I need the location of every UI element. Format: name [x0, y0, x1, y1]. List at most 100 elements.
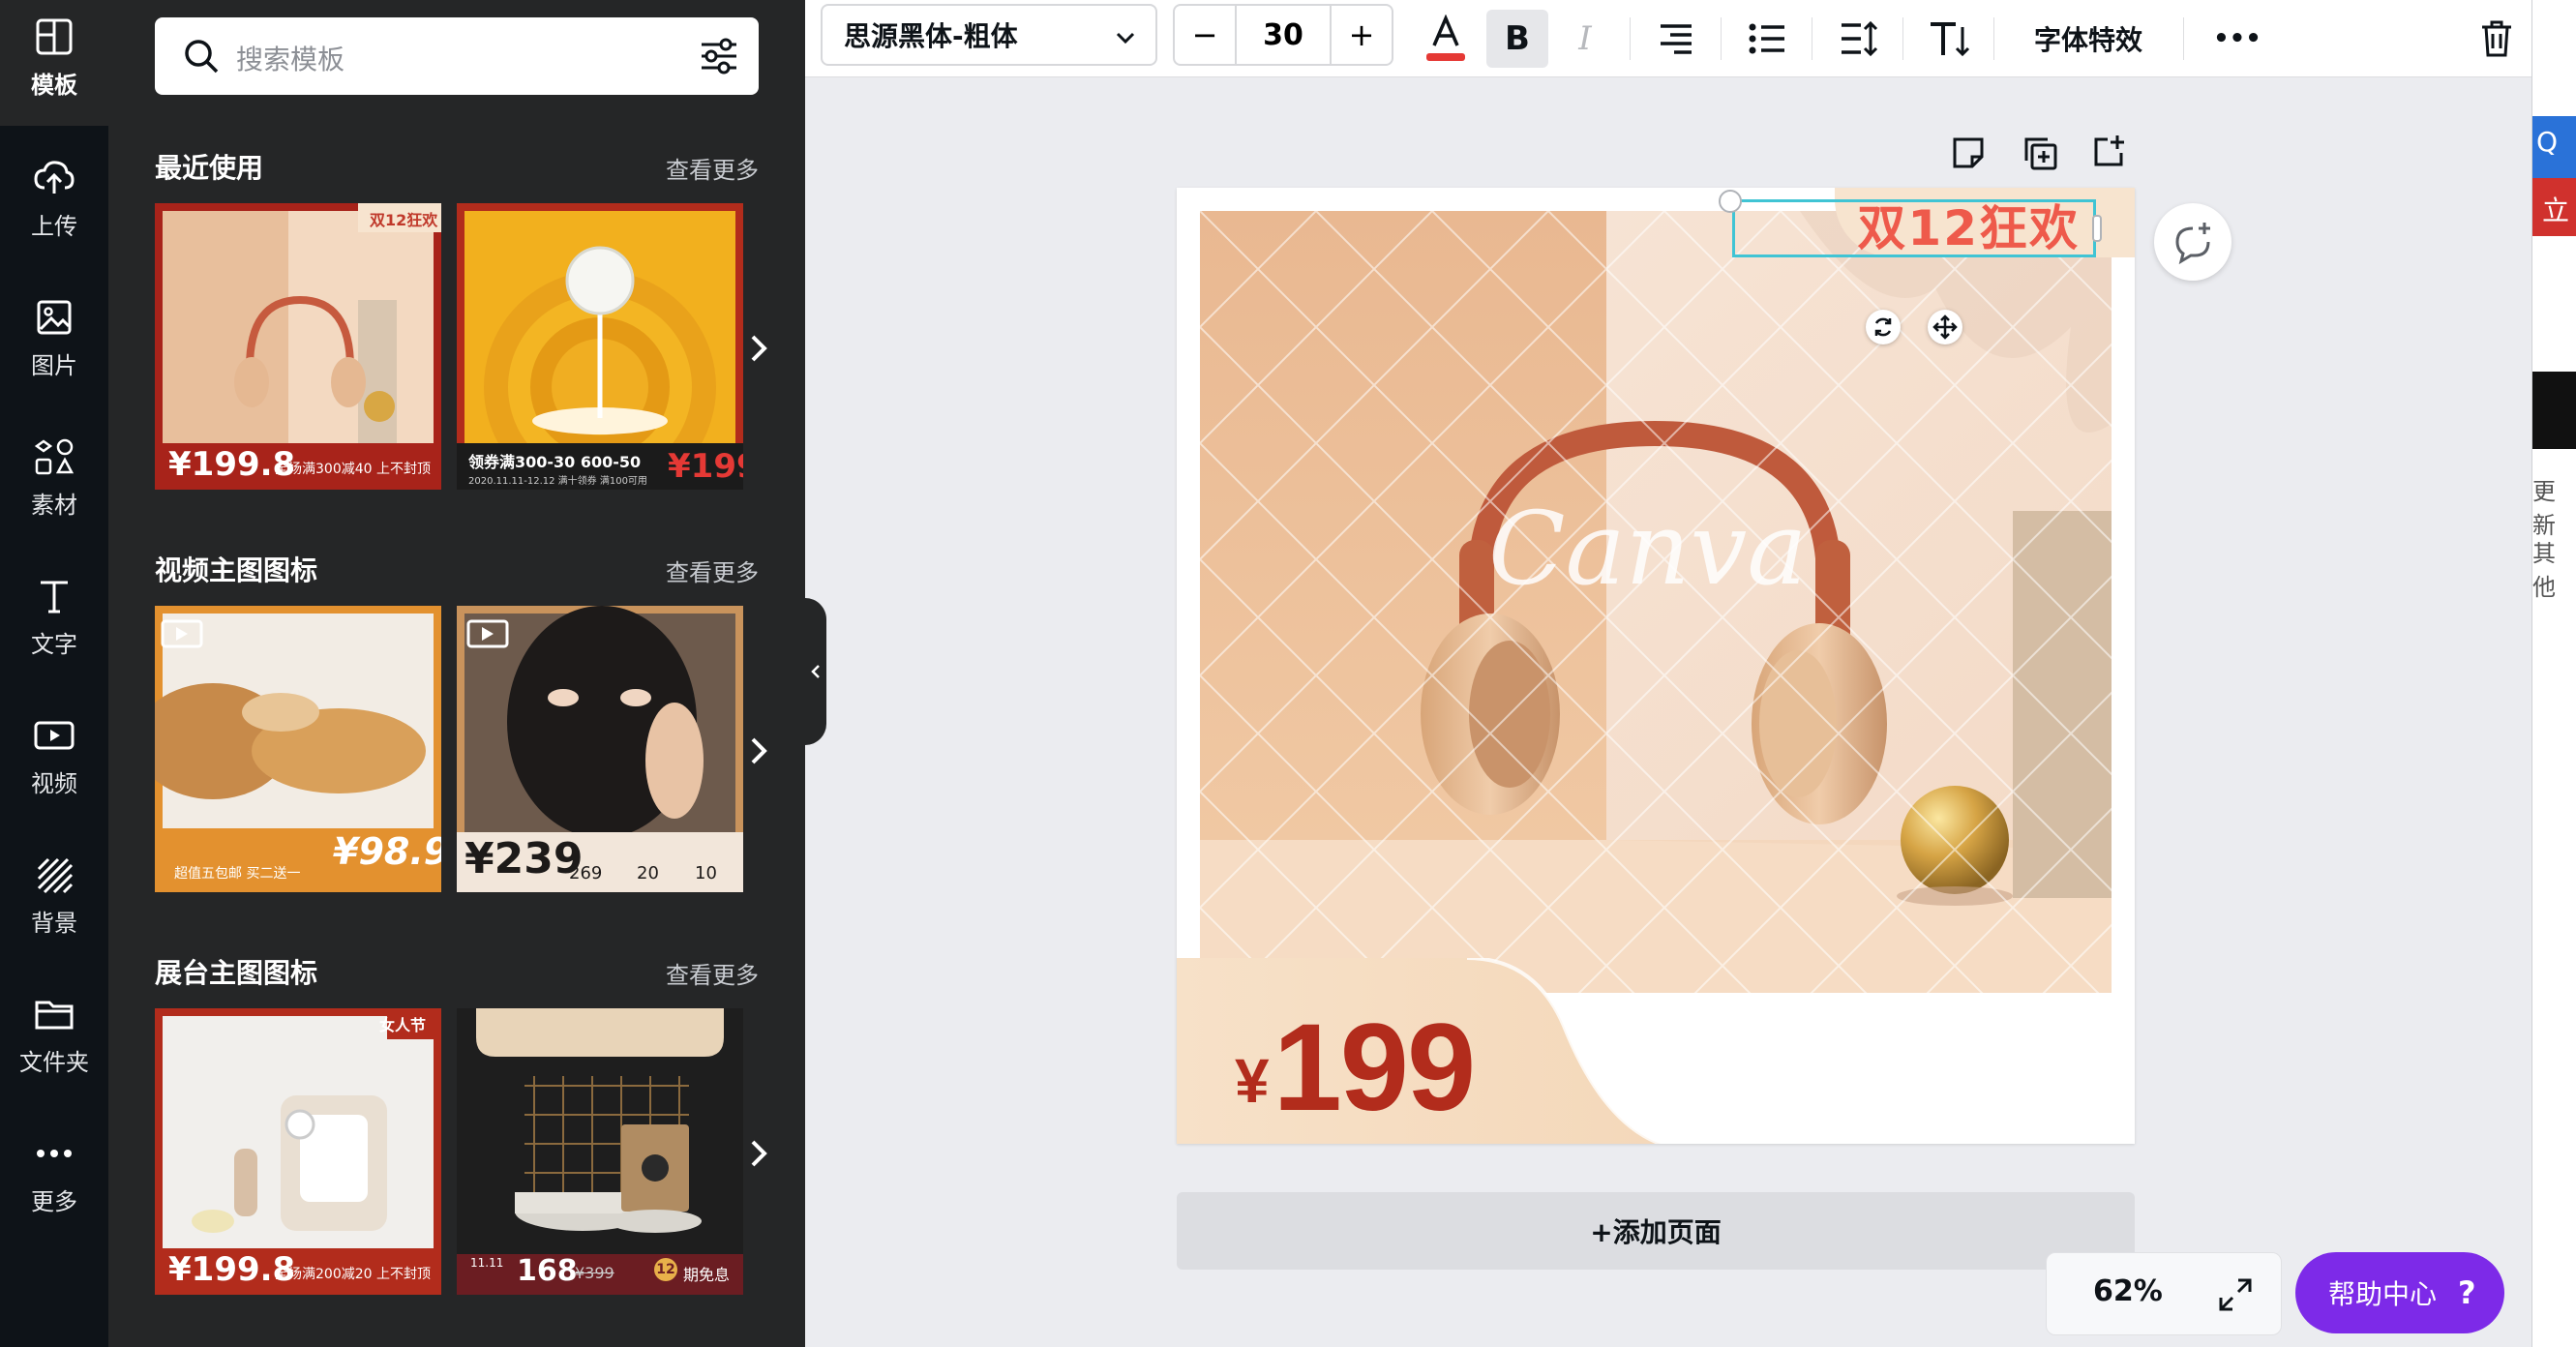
more-icon: [37, 1150, 72, 1157]
search-box[interactable]: 搜索模板: [155, 17, 759, 95]
zoom-control[interactable]: 62%: [2046, 1252, 2282, 1335]
thumb-caption: 领券满300-30 600-50: [468, 453, 642, 471]
duplicate-page-button[interactable]: [2021, 134, 2059, 172]
scroll-right-arrow[interactable]: [739, 722, 778, 780]
template-thumb-appliance[interactable]: 女人节 ¥199.8 全场满200减20 上不封顶: [155, 1008, 441, 1295]
background-icon: [37, 857, 74, 894]
rotate-handle[interactable]: [1866, 310, 1901, 344]
help-center-label: 帮助中心: [2328, 1278, 2438, 1310]
rotate-icon: [1874, 317, 1892, 337]
see-more-display[interactable]: 查看更多: [666, 956, 759, 990]
thumb-caption: 超值五包邮 买二送一: [174, 866, 301, 882]
font-family-value: 思源黑体-粗体: [844, 20, 1018, 52]
align-right-icon: [1661, 24, 1692, 54]
toolbar-divider: [1721, 17, 1722, 60]
collapse-panel-button[interactable]: [805, 598, 826, 745]
thumb-caption: 全场满300减40 上不封顶: [275, 462, 431, 477]
text-color-button[interactable]: [1417, 0, 1475, 77]
add-page-icon-button[interactable]: [2090, 132, 2129, 170]
price-text[interactable]: ¥199: [1235, 997, 1476, 1139]
banner-text-selected[interactable]: 双12狂欢: [1732, 199, 2096, 257]
rail-item-label: 文件夹: [19, 1049, 89, 1076]
template-thumb-bread[interactable]: ¥98.9 超值五包邮 买二送一: [155, 606, 441, 892]
see-more-video[interactable]: 查看更多: [666, 554, 759, 587]
filter-icon[interactable]: [699, 37, 739, 75]
decrease-font-size-button[interactable]: −: [1175, 6, 1237, 64]
add-page-button[interactable]: +添加页面: [1177, 1192, 2135, 1270]
elements-icon: [34, 438, 75, 475]
line-spacing-button[interactable]: [1827, 0, 1889, 77]
text-effects-button[interactable]: 字体特效: [2009, 0, 2168, 77]
font-size-stepper: − 30 +: [1173, 4, 1393, 66]
product-photo[interactable]: Canva: [1200, 211, 2112, 993]
search-input[interactable]: 搜索模板: [236, 39, 344, 77]
font-family-select[interactable]: 思源黑体-粗体: [821, 4, 1157, 66]
help-center-button[interactable]: 帮助中心 ?: [2295, 1252, 2504, 1333]
rail-item-folder[interactable]: 文件夹: [0, 977, 108, 1103]
rail-item-elements[interactable]: 素材: [0, 420, 108, 546]
toolbar-divider: [2183, 17, 2184, 60]
scroll-right-arrow[interactable]: [739, 1124, 778, 1182]
rail-item-label: 文字: [31, 631, 77, 658]
move-handle[interactable]: [1928, 310, 1962, 344]
thumb-caption: 全场满200减20 上不封顶: [275, 1267, 431, 1282]
font-size-input[interactable]: 30: [1237, 6, 1330, 64]
bold-button[interactable]: B: [1486, 10, 1548, 68]
rail-item-images[interactable]: 图片: [0, 281, 108, 406]
rail-item-video[interactable]: 视频: [0, 699, 108, 824]
template-thumb-speaker[interactable]: 11.11 168 ¥399 12 期免息: [457, 1008, 743, 1295]
toolbar-divider: [1902, 17, 1903, 60]
rail-item-label: 背景: [31, 910, 77, 937]
scroll-right-arrow[interactable]: [739, 319, 778, 377]
thumb-image: [457, 1008, 743, 1295]
thumb-subcaption: 2020.11.11-12.12 满十领券 满100可用: [468, 476, 647, 487]
video-icon: [34, 721, 75, 750]
fullscreen-icon[interactable]: [2217, 1276, 2254, 1313]
adjacent-text: Q: [2536, 126, 2559, 158]
list-button[interactable]: [1736, 0, 1798, 77]
rail-item-upload[interactable]: 上传: [0, 141, 108, 267]
see-more-recent[interactable]: 查看更多: [666, 151, 759, 185]
text-size-tool-button[interactable]: [1918, 0, 1980, 77]
selection-handle-right[interactable]: [2092, 215, 2102, 242]
thumb-stat: 20: [637, 863, 659, 883]
rail-item-text[interactable]: 文字: [0, 559, 108, 685]
adjacent-text: 立: [2542, 195, 2570, 226]
template-thumb-face-mask[interactable]: ¥239 269 20 10: [457, 606, 743, 892]
toolbar-divider: [1993, 17, 1994, 60]
text-color-icon: [1426, 15, 1465, 61]
add-page-icon: [2094, 135, 2124, 166]
comment-add-icon: [2175, 223, 2210, 265]
rail-item-more[interactable]: 更多: [0, 1117, 108, 1242]
image-icon: [37, 300, 72, 335]
search-icon: [185, 40, 219, 74]
increase-font-size-button[interactable]: +: [1330, 6, 1392, 64]
rail-item-label: 素材: [31, 492, 77, 519]
rail-item-background[interactable]: 背景: [0, 838, 108, 964]
adjacent-text: 更新: [2532, 478, 2556, 539]
section-title-recent: 最近使用: [155, 152, 264, 184]
delete-button[interactable]: [2466, 0, 2528, 77]
align-right-button[interactable]: [1645, 0, 1707, 77]
italic-button[interactable]: I: [1556, 0, 1614, 77]
add-comment-button[interactable]: [2154, 203, 2232, 281]
adjacent-window-strip: Q 立 更新 其他: [2531, 0, 2576, 1347]
sticky-note-icon: [1953, 137, 1984, 168]
text-toolbar: 思源黑体-粗体 − 30 + B I 字体特效 •••: [805, 0, 2531, 77]
page-note-button[interactable]: [1949, 134, 1988, 172]
bullet-list-icon: [1749, 23, 1784, 54]
thumb-caption: 期免息: [683, 1266, 731, 1284]
template-thumb-fan[interactable]: 领券满300-30 600-50 ¥199 2020.11.11-12.12 满…: [457, 203, 743, 490]
more-options-button[interactable]: •••: [2199, 0, 2276, 77]
template-thumb-headphones[interactable]: 双12狂欢 ¥199.8 全场满300减40 上不封顶: [155, 203, 441, 490]
rail-item-label: 模板: [31, 72, 77, 99]
chevron-left-icon: [811, 665, 820, 678]
rail-item-templates[interactable]: 模板: [0, 0, 108, 126]
rail-item-label: 视频: [31, 770, 77, 797]
zoom-value[interactable]: 62%: [2093, 1274, 2163, 1308]
rail-item-label: 图片: [31, 352, 77, 379]
canva-watermark: Canva: [1488, 490, 1808, 608]
thumb-stat: 269: [569, 863, 603, 883]
adjacent-text: 其他: [2532, 540, 2556, 601]
selection-handle-top[interactable]: [1719, 190, 1742, 213]
